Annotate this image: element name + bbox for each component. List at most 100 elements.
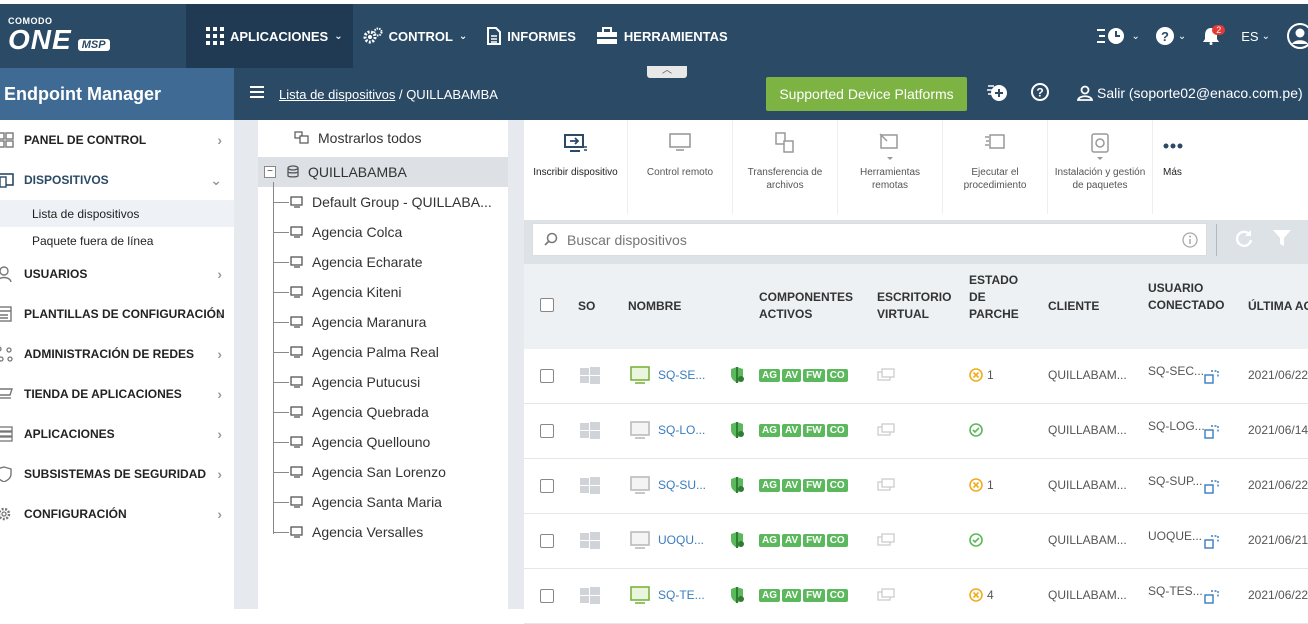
table-row[interactable]: SQ-SE... AG AV FW CO 1 QUILLABAM... SQ-SEC... 20… <box>524 349 1308 404</box>
tool-label: Instalación y gestión de paquetes <box>1054 167 1146 191</box>
row-checkbox[interactable] <box>540 534 554 548</box>
row-checkbox[interactable] <box>540 424 554 438</box>
sidebar-item-plantillas[interactable]: PLANTILLAS DE CONFIGURACIÓN › <box>0 294 234 334</box>
menu-control[interactable]: CONTROL ⌄ <box>353 4 478 68</box>
column-so[interactable]: SO <box>578 298 595 315</box>
device-name-link[interactable]: SQ-SU... <box>658 478 706 492</box>
sidebar-item-tienda-de-aplicaciones[interactable]: TIENDA DE APLICACIONES › <box>0 374 234 414</box>
tree-root[interactable]: − QUILLABAMBA <box>258 157 508 187</box>
remote-control-button[interactable]: Control remoto <box>628 120 733 214</box>
sidebar-subitem-lista-de-dispositivos[interactable]: Lista de dispositivos <box>0 200 234 227</box>
sidebar-item-aplicaciones[interactable]: APLICACIONES › <box>0 414 234 454</box>
history-menu[interactable]: ⌄ <box>1097 27 1140 45</box>
sidebar-subitem-paquete-fuera-de-linea[interactable]: Paquete fuera de línea <box>0 227 234 254</box>
tree-node[interactable]: Agencia Santa Maria <box>290 487 442 517</box>
column-escritorio-virtual[interactable]: ESCRITORIO VIRTUAL <box>877 289 957 323</box>
column-ultima[interactable]: ÚLTIMA AC <box>1248 298 1308 315</box>
menu-herramientas[interactable]: HERRAMIENTAS <box>586 4 738 68</box>
column-componentes[interactable]: COMPONENTES ACTIVOS <box>759 289 859 323</box>
user-avatar[interactable] <box>1286 22 1308 50</box>
sidebar-item-usuarios[interactable]: USUARIOS › <box>0 254 234 294</box>
tree-node[interactable]: Default Group - QUILLABA... <box>290 187 492 217</box>
tree-node[interactable]: Agencia Maranura <box>290 307 426 337</box>
row-checkbox[interactable] <box>540 369 554 383</box>
sidebar-item-panel-de-control[interactable]: PANEL DE CONTROL › <box>0 120 234 160</box>
device-name-link[interactable]: SQ-SE... <box>658 368 705 382</box>
sidebar-item-administracion-de-redes[interactable]: ADMINISTRACIÓN DE REDES › <box>0 334 234 374</box>
sidebar-item-dispositivos[interactable]: DISPOSITIVOS ⌄ <box>0 160 234 200</box>
add-device-button[interactable] <box>986 82 1008 107</box>
patch-status[interactable]: 1 <box>969 478 994 492</box>
tree-node[interactable]: Agencia Versalles <box>290 517 423 547</box>
tree-node[interactable]: Agencia Quebrada <box>290 397 429 427</box>
help-menu[interactable]: ? ⌄ <box>1155 27 1186 45</box>
help-circle-icon: ? <box>1031 83 1049 101</box>
language-selector[interactable]: ES ⌄ <box>1241 29 1270 44</box>
tree-node[interactable]: Agencia Echarate <box>290 247 423 277</box>
menu-aplicaciones[interactable]: APLICACIONES ⌄ <box>186 4 353 68</box>
device-name-link[interactable]: SQ-TE... <box>658 588 705 602</box>
sidebar-item-configuracion[interactable]: CONFIGURACIÓN › <box>0 494 234 534</box>
table-row[interactable]: SQ-LO... AG AV FW CO QUILLABAM... SQ-LOG... 202… <box>524 404 1308 459</box>
table-row[interactable]: SQ-SU... AG AV FW CO 1 QUILLABAM... SQ-SUP... 20… <box>524 459 1308 514</box>
patch-status[interactable] <box>969 533 987 547</box>
device-name-link[interactable]: UOQU... <box>658 533 704 547</box>
refresh-icon[interactable] <box>1234 228 1254 248</box>
table-row[interactable]: UOQU... AG AV FW CO QUILLABAM... UOQUE... 2021/… <box>524 514 1308 569</box>
sidebar-item-subsistemas-de-seguridad[interactable]: SUBSISTEMAS DE SEGURIDAD › <box>0 454 234 494</box>
component-chip: FW <box>803 589 825 602</box>
search-box[interactable] <box>532 223 1207 256</box>
breadcrumb-link[interactable]: Lista de dispositivos <box>279 87 395 102</box>
tree-node[interactable]: Agencia San Lorenzo <box>290 457 446 487</box>
tree-node[interactable]: Agencia Putucusi <box>290 367 420 397</box>
column-cliente[interactable]: CLIENTE <box>1048 298 1099 315</box>
collapse-icon[interactable]: − <box>264 166 276 178</box>
virtual-desktop-icon[interactable] <box>877 423 895 440</box>
virtual-desktop-icon[interactable] <box>877 478 895 495</box>
column-nombre[interactable]: NOMBRE <box>628 298 681 315</box>
tree-show-all[interactable]: Mostrarlos todos <box>294 123 421 153</box>
notifications[interactable]: 2 <box>1202 25 1226 45</box>
menu-informes[interactable]: INFORMES <box>477 4 586 68</box>
supported-platforms-button[interactable]: Supported Device Platforms <box>766 77 967 111</box>
row-checkbox[interactable] <box>540 589 554 603</box>
patch-status[interactable]: 4 <box>969 588 994 602</box>
remote-session-icon[interactable] <box>1204 589 1220 608</box>
virtual-desktop-icon[interactable] <box>877 368 895 385</box>
table-row[interactable]: SQ-TE... AG AV FW CO 4 QUILLABAM... SQ-TES... 20… <box>524 569 1308 624</box>
remote-session-icon[interactable] <box>1204 424 1220 443</box>
remote-session-icon[interactable] <box>1204 534 1220 553</box>
patch-status[interactable]: 1 <box>969 368 994 382</box>
windows-icon <box>580 532 600 553</box>
hamburger-icon[interactable] <box>250 86 264 98</box>
menu-label: APLICACIONES <box>230 28 329 44</box>
column-estado-parche[interactable]: ESTADO DE PARCHE <box>969 272 1029 323</box>
virtual-desktop-icon[interactable] <box>877 588 895 605</box>
help-button[interactable]: ? <box>1030 82 1050 107</box>
brand-logo[interactable]: COMODO ONE MSP <box>8 16 110 54</box>
package-management-button[interactable]: Instalación y gestión de paquetes <box>1048 120 1153 214</box>
enroll-device-button[interactable]: Inscribir dispositivo <box>524 120 628 214</box>
column-usuario[interactable]: USUARIO CONECTADO <box>1148 280 1228 314</box>
tree-node[interactable]: Agencia Kiteni <box>290 277 402 307</box>
logout-link[interactable]: Salir (soporte02@enaco.com.pe) <box>1077 85 1303 101</box>
file-transfer-button[interactable]: Transferencia de archivos <box>733 120 838 214</box>
collapse-header-button[interactable]: ︿ <box>647 66 687 78</box>
row-checkbox[interactable] <box>540 479 554 493</box>
remote-session-icon[interactable] <box>1204 479 1220 498</box>
virtual-desktop-icon[interactable] <box>877 533 895 550</box>
device-name-link[interactable]: SQ-LO... <box>658 423 705 437</box>
remote-session-icon[interactable] <box>1204 369 1220 388</box>
remote-tools-button[interactable]: Herramientas remotas <box>838 120 943 214</box>
patch-status[interactable] <box>969 423 987 437</box>
filter-icon[interactable] <box>1272 228 1292 248</box>
search-input[interactable] <box>567 224 1167 255</box>
select-all-checkbox[interactable] <box>540 298 554 312</box>
tree-node[interactable]: Agencia Quellouno <box>290 427 430 457</box>
info-icon[interactable] <box>1182 232 1198 248</box>
tree-node[interactable]: Agencia Palma Real <box>290 337 439 367</box>
tree-node[interactable]: Agencia Colca <box>290 217 402 247</box>
run-procedure-button[interactable]: Ejecutar el procedimiento <box>943 120 1048 214</box>
more-button[interactable]: Más <box>1153 120 1213 214</box>
tree-label: Agencia Palma Real <box>312 344 439 360</box>
